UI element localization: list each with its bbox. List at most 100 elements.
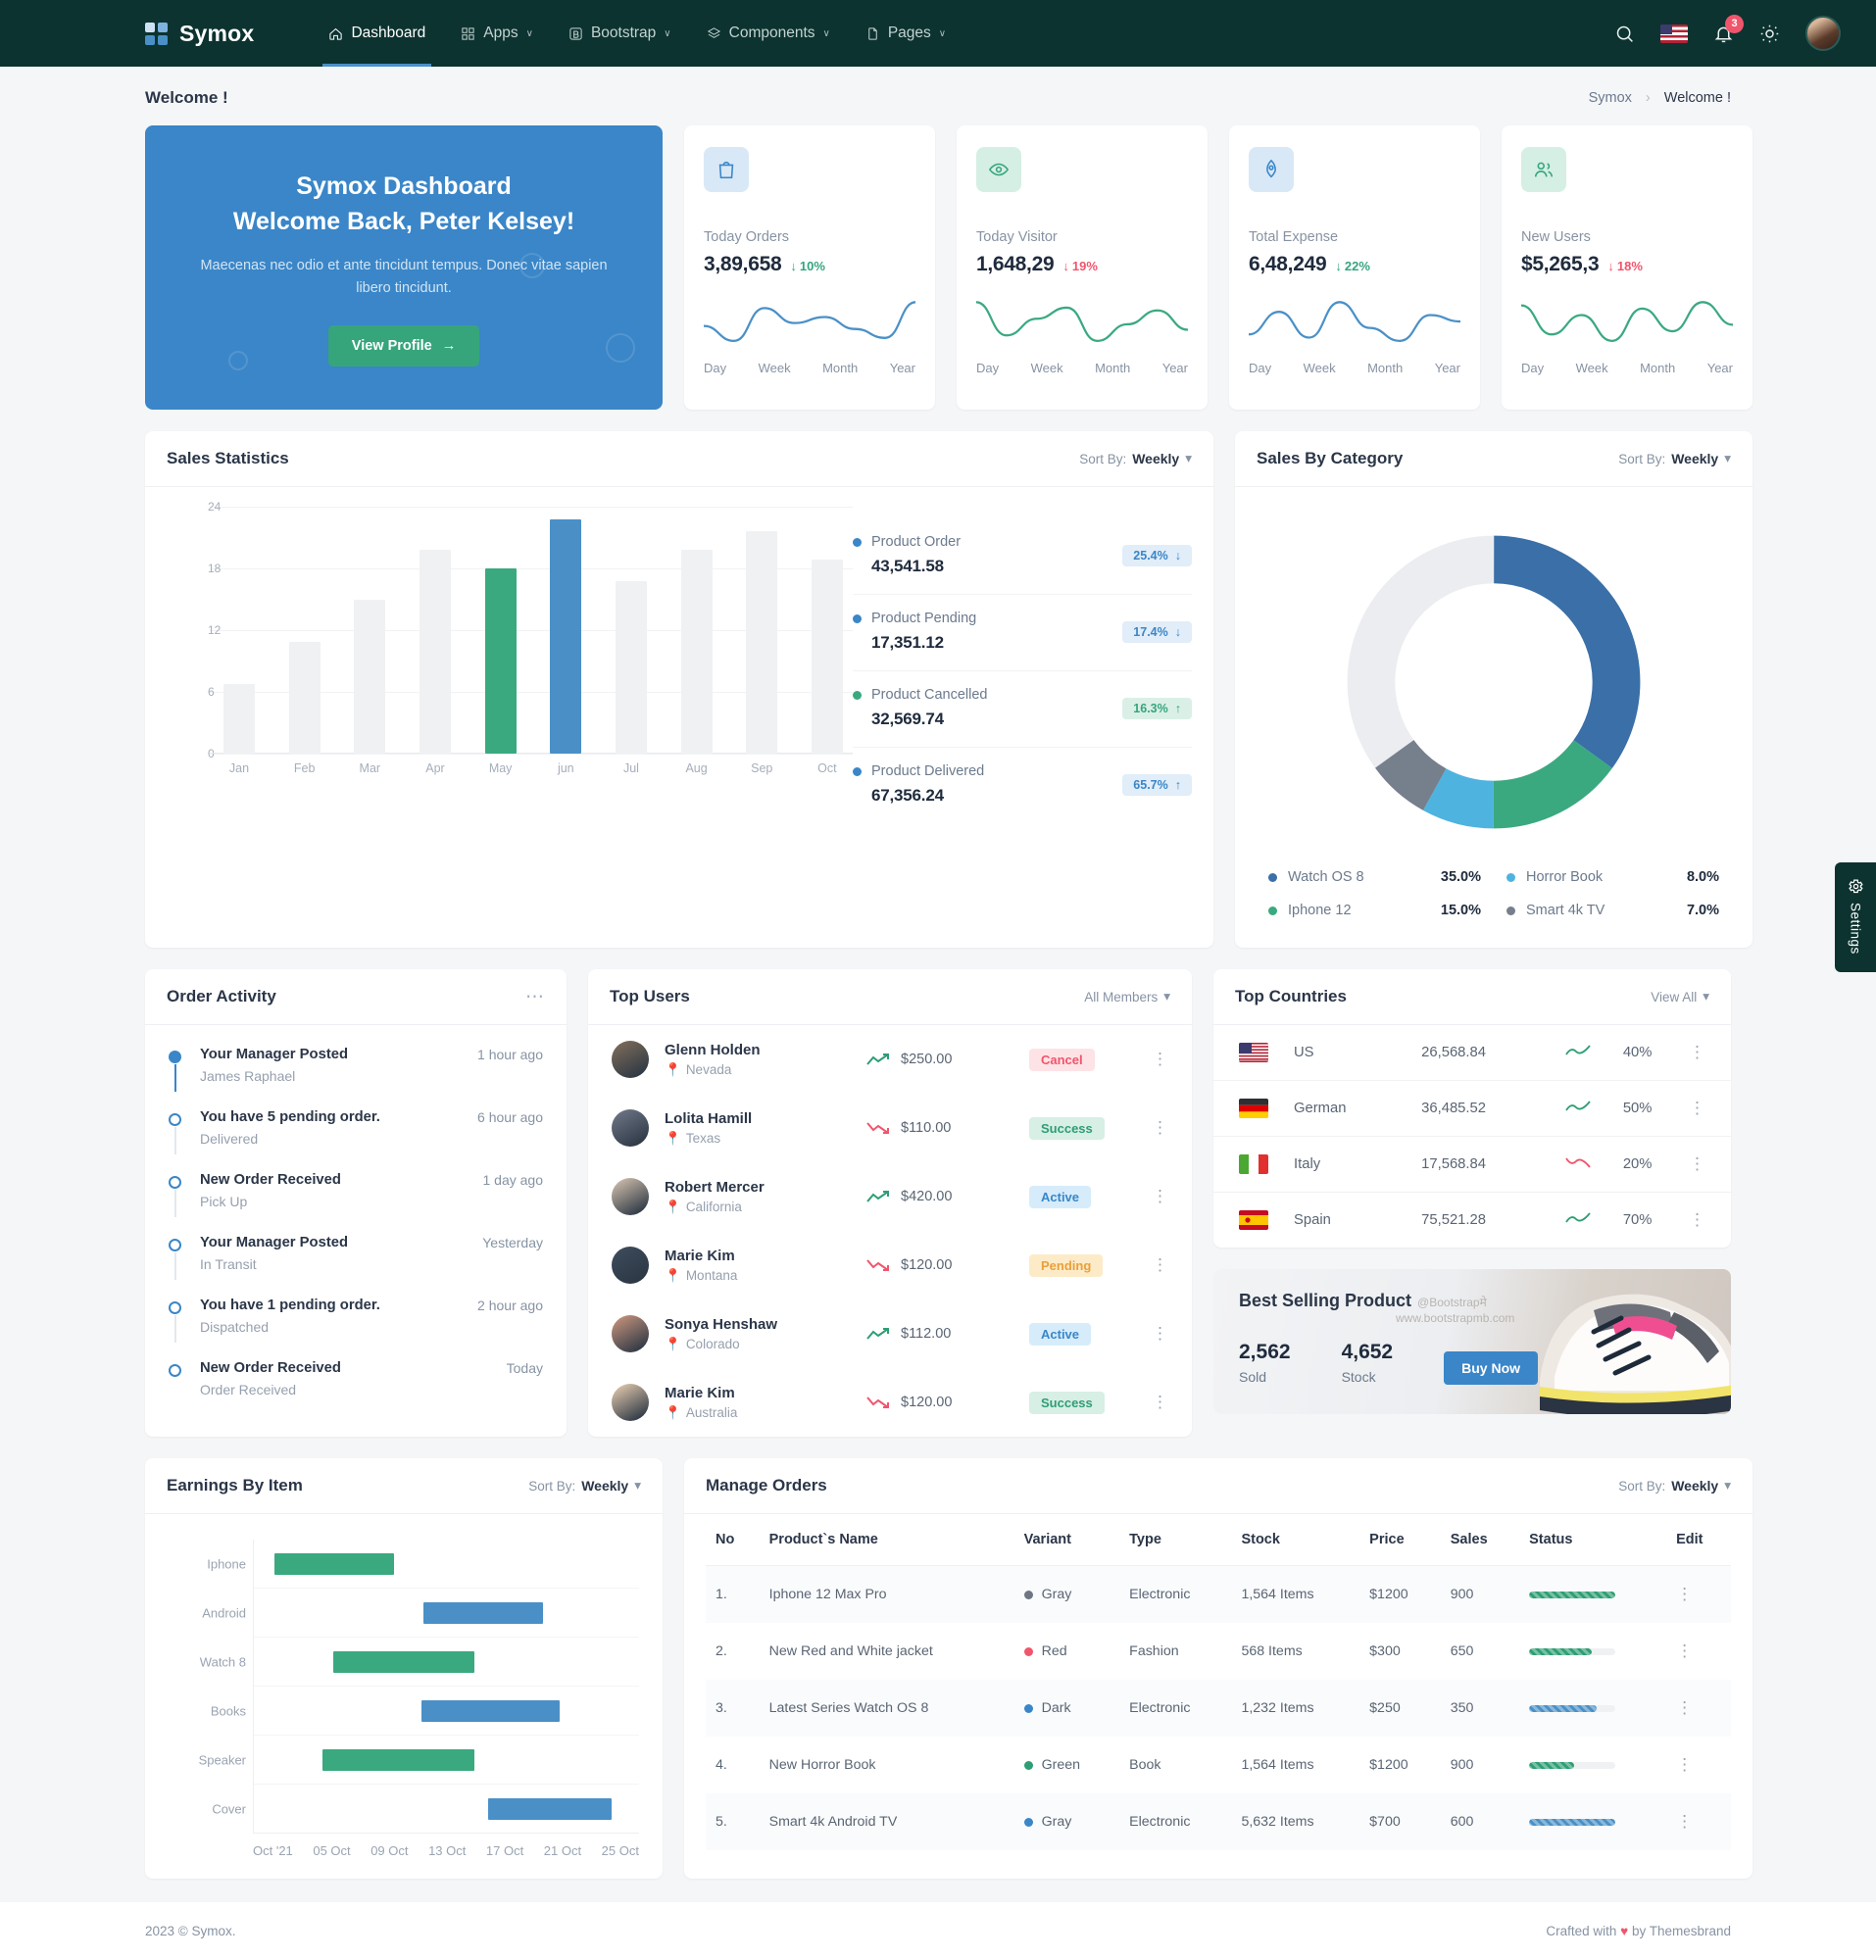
period-tab-day[interactable]: Day	[1249, 361, 1271, 375]
product-stat-info: Product Pending 17,351.12	[853, 611, 976, 653]
table-row[interactable]: 4. New Horror Book Green Book 1,564 Items $12…	[706, 1737, 1731, 1793]
period-tab-month[interactable]: Month	[1640, 361, 1675, 375]
earnings-sort-dropdown[interactable]: Sort By: Weekly ▾	[528, 1478, 641, 1494]
period-tab-year[interactable]: Year	[1435, 361, 1460, 375]
nav-item-apps[interactable]: Apps ∨	[443, 0, 551, 67]
order-activity-menu-icon[interactable]: ⋯	[525, 988, 545, 1006]
row-menu-icon[interactable]: ⋮	[1152, 1256, 1168, 1273]
bar-mar[interactable]	[354, 599, 386, 754]
table-row[interactable]: 1. Iphone 12 Max Pro Gray Electronic 1,564 I…	[706, 1565, 1731, 1623]
gantt-bar-android[interactable]	[422, 1601, 543, 1624]
cell-sales: 350	[1450, 1700, 1474, 1716]
gantt-bar-cover[interactable]	[487, 1797, 612, 1820]
nav-item-dashboard[interactable]: Dashboard	[311, 0, 443, 67]
user-amount: $112.00	[866, 1326, 1013, 1342]
breadcrumb-root[interactable]: Symox	[1589, 90, 1632, 106]
row-menu-icon[interactable]: ⋮	[1152, 1325, 1168, 1342]
user-row: Marie Kim 📍 Montana $120.00 Pending ⋮	[588, 1231, 1192, 1299]
bar-jan[interactable]	[223, 683, 255, 754]
chevron-down-icon: ∨	[664, 27, 671, 39]
period-tab-day[interactable]: Day	[976, 361, 999, 375]
search-icon[interactable]	[1614, 24, 1635, 44]
sales-statistics-sort-dropdown[interactable]: Sort By: Weekly ▾	[1079, 451, 1192, 466]
footer-credit-pre: Crafted with	[1546, 1924, 1617, 1938]
sold-value: 2,562	[1239, 1341, 1291, 1363]
us-flag-icon[interactable]	[1660, 24, 1688, 43]
period-tab-day[interactable]: Day	[704, 361, 726, 375]
sales-by-category-title: Sales By Category	[1257, 449, 1404, 467]
row-menu-icon[interactable]: ⋮	[1689, 1155, 1705, 1172]
period-tab-month[interactable]: Month	[1095, 361, 1130, 375]
row-menu-icon[interactable]: ⋮	[1676, 1813, 1721, 1830]
period-tab-year[interactable]: Year	[1162, 361, 1188, 375]
gantt-bar-speaker[interactable]	[322, 1748, 474, 1771]
period-tab-month[interactable]: Month	[1367, 361, 1403, 375]
period-tab-week[interactable]: Week	[1576, 361, 1608, 375]
top-users-filter-dropdown[interactable]: All Members ▾	[1084, 989, 1170, 1004]
bar-jun[interactable]	[550, 518, 582, 754]
period-tab-year[interactable]: Year	[890, 361, 915, 375]
manage-orders-sort-dropdown[interactable]: Sort By: Weekly ▾	[1618, 1478, 1731, 1494]
gantt-bar-books[interactable]	[421, 1699, 560, 1722]
view-profile-button[interactable]: View Profile →	[327, 325, 480, 368]
timeline-item: New Order Received Order Received Today	[169, 1360, 543, 1415]
table-row[interactable]: 5. Smart 4k Android TV Gray Electronic 5,632…	[706, 1793, 1731, 1850]
bar-oct[interactable]	[811, 559, 843, 754]
country-value: 26,568.84	[1421, 1045, 1486, 1060]
bar-sep[interactable]	[746, 531, 778, 754]
bar-feb[interactable]	[288, 641, 321, 754]
row-menu-icon[interactable]: ⋮	[1152, 1119, 1168, 1136]
timeline-content: Your Manager Posted James Raphael	[200, 1047, 460, 1084]
order-activity-timeline: Your Manager Posted James Raphael 1 hour a…	[145, 1025, 567, 1415]
gantt-bar-watch-8[interactable]	[333, 1650, 474, 1673]
period-tab-day[interactable]: Day	[1521, 361, 1544, 375]
row-menu-icon[interactable]: ⋮	[1152, 1394, 1168, 1410]
bar-apr[interactable]	[419, 550, 451, 754]
period-tab-week[interactable]: Week	[759, 361, 791, 375]
user-location-text: Nevada	[685, 1062, 732, 1077]
table-row[interactable]: 3. Latest Series Watch OS 8 Dark Electronic…	[706, 1680, 1731, 1737]
user-avatar[interactable]	[1805, 16, 1841, 51]
row-menu-icon[interactable]: ⋮	[1689, 1211, 1705, 1228]
bar-aug[interactable]	[680, 550, 713, 754]
gantt-bar-iphone[interactable]	[274, 1552, 395, 1575]
top-countries-view-all[interactable]: View All ▾	[1651, 989, 1709, 1004]
row-menu-icon[interactable]: ⋮	[1152, 1051, 1168, 1067]
row-menu-icon[interactable]: ⋮	[1676, 1756, 1721, 1773]
bar-jul[interactable]	[615, 580, 647, 754]
cell-stock: 568 Items	[1241, 1643, 1303, 1659]
brand-logo-group[interactable]: Symox	[145, 21, 254, 47]
cell-stock: 1,564 Items	[1241, 1757, 1314, 1773]
row-menu-icon[interactable]: ⋮	[1689, 1044, 1705, 1060]
column-header-stock: Stock	[1231, 1514, 1360, 1566]
user-location: 📍 California	[665, 1200, 851, 1215]
nav-item-components[interactable]: Components ∨	[689, 0, 848, 67]
row-menu-icon[interactable]: ⋮	[1689, 1100, 1705, 1116]
bell-icon[interactable]: 3	[1713, 14, 1744, 44]
settings-tab-button[interactable]: Settings	[1835, 862, 1876, 972]
nav-item-pages[interactable]: Pages ∨	[848, 0, 963, 67]
timeline-marker	[169, 1172, 182, 1217]
period-tab-week[interactable]: Week	[1304, 361, 1336, 375]
timeline-content: Your Manager Posted In Transit	[200, 1235, 465, 1272]
product-stat-value: 43,541.58	[871, 557, 944, 575]
cell-sales: 600	[1450, 1814, 1474, 1830]
category-sort-dropdown[interactable]: Sort By: Weekly ▾	[1618, 451, 1731, 466]
sort-value: Weekly	[1671, 451, 1719, 466]
sort-prefix: Sort By:	[1618, 1478, 1666, 1494]
sun-icon[interactable]	[1759, 24, 1780, 44]
product-stat-value: 17,351.12	[871, 633, 944, 652]
row-menu-icon[interactable]: ⋮	[1676, 1642, 1721, 1659]
table-row[interactable]: 2. New Red and White jacket Red Fashion 568 …	[706, 1623, 1731, 1680]
period-tab-week[interactable]: Week	[1031, 361, 1063, 375]
row-menu-icon[interactable]: ⋮	[1676, 1699, 1721, 1716]
row-menu-icon[interactable]: ⋮	[1152, 1188, 1168, 1204]
period-tab-year[interactable]: Year	[1707, 361, 1733, 375]
row-menu-icon[interactable]: ⋮	[1676, 1586, 1721, 1602]
gear-icon	[1848, 879, 1863, 894]
map-pin-icon: 📍	[665, 1336, 681, 1351]
bar-may[interactable]	[484, 568, 517, 754]
column-header-no: No	[706, 1514, 760, 1566]
period-tab-month[interactable]: Month	[822, 361, 858, 375]
nav-item-bootstrap[interactable]: Bootstrap ∨	[551, 0, 689, 67]
